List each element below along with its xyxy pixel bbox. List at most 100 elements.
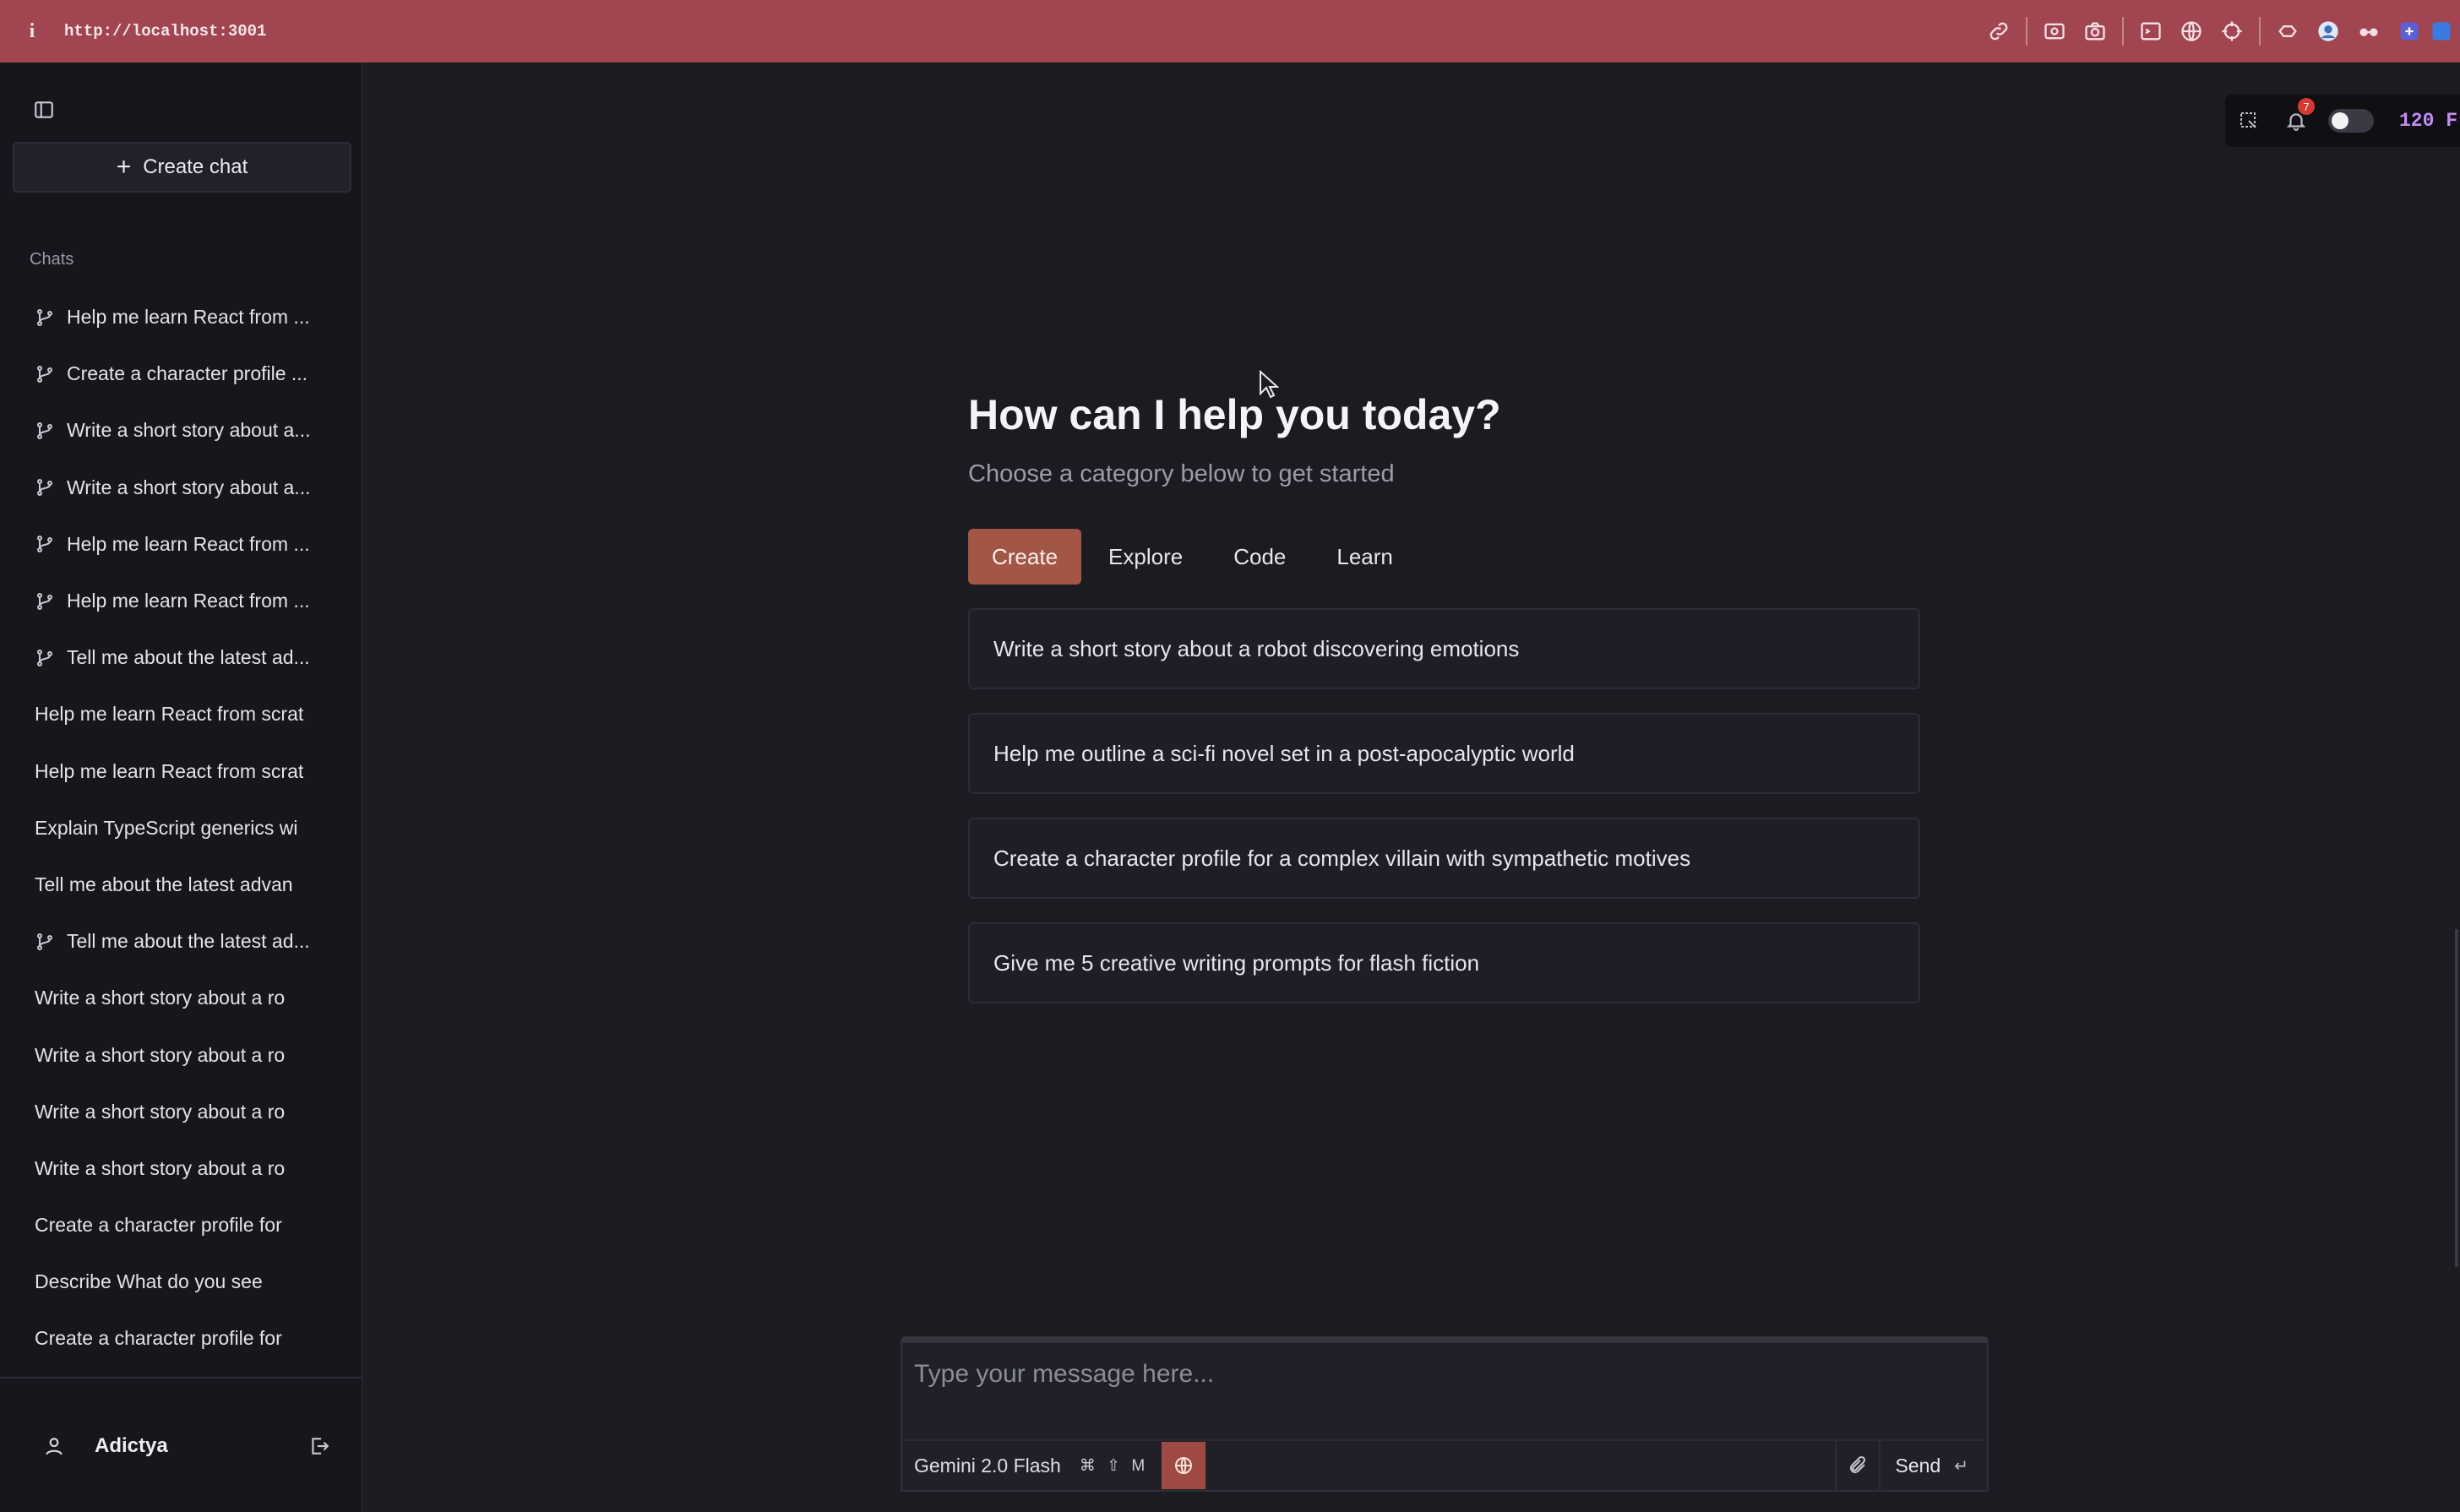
chat-item-label: Tell me about the latest advan: [35, 873, 293, 895]
user-avatar-icon: [34, 1426, 74, 1466]
link-icon[interactable]: [1978, 0, 2019, 63]
chat-item-label: Write a short story about a ro: [35, 987, 286, 1009]
chat-item-label: Help me learn React from ...: [67, 532, 310, 555]
branch-icon: [37, 308, 52, 326]
chat-list: Help me learn React from ... Create a cha…: [13, 289, 355, 1409]
camera-icon[interactable]: [2075, 0, 2115, 63]
extension-icon[interactable]: [2267, 0, 2308, 63]
tab-learn[interactable]: Learn: [1313, 529, 1417, 585]
chat-list-item[interactable]: Help me learn React from ...: [13, 289, 355, 345]
toggle-knob: [2332, 112, 2348, 129]
scroll-edge: [2455, 929, 2458, 1267]
tab-explore[interactable]: Explore: [1085, 529, 1206, 585]
avatar-icon[interactable]: [2308, 0, 2348, 63]
chat-item-label: Write a short story about a ro: [35, 1100, 286, 1123]
chat-item-label: Create a character profile ...: [67, 362, 308, 385]
browser-toolbar: i http://localhost:3001: [0, 0, 2460, 63]
web-search-toggle[interactable]: [1162, 1442, 1206, 1489]
user-profile[interactable]: Adictya: [34, 1424, 338, 1468]
model-shortcut: ⌘ ⇧ M: [1079, 1456, 1149, 1475]
composer-actions: Send ↵: [1834, 1441, 1987, 1490]
dev-toolbar: 7 120 F: [2225, 95, 2460, 147]
composer-toolbar: Gemini 2.0 Flash ⌘ ⇧ M Send ↵: [902, 1439, 1987, 1490]
chat-list-item[interactable]: Help me learn React from ...: [13, 516, 355, 573]
chat-list-item[interactable]: Write a short story about a ro: [13, 970, 355, 1026]
chat-item-label: Create a character profile for: [35, 1214, 282, 1237]
glasses-icon[interactable]: [2348, 0, 2389, 63]
tab-create[interactable]: Create: [968, 529, 1082, 585]
chat-list-item[interactable]: Write a short story about a...: [13, 402, 355, 459]
send-button[interactable]: Send ↵: [1878, 1441, 1987, 1490]
chat-item-label: Write a short story about a...: [67, 476, 311, 498]
browser-tools: [1978, 0, 2460, 63]
suggestion-card[interactable]: Give me 5 creative writing prompts for f…: [968, 922, 1920, 1003]
chat-item-label: Write a short story about a ro: [35, 1156, 286, 1179]
site-info-icon[interactable]: i: [0, 20, 64, 43]
chat-item-label: Tell me about the latest ad...: [67, 646, 310, 669]
suggestion-card[interactable]: Help me outline a sci-fi novel set in a …: [968, 713, 1920, 794]
crosshair-icon[interactable]: [2212, 0, 2252, 63]
page-title: How can I help you today?: [968, 391, 1501, 438]
mouse-cursor-icon: [1260, 370, 1279, 399]
plus-icon: +: [116, 153, 132, 181]
suggestion-card[interactable]: Write a short story about a robot discov…: [968, 608, 1920, 689]
chat-list-item[interactable]: Write a short story about a ro: [13, 1026, 355, 1083]
theme-toggle[interactable]: [2328, 109, 2374, 133]
notification-bell-icon[interactable]: 7: [2272, 95, 2320, 147]
chat-list-item[interactable]: Explain TypeScript generics wi: [13, 800, 355, 857]
send-label: Send: [1895, 1454, 1941, 1477]
branch-icon: [37, 479, 52, 497]
category-tabs: Create Explore Code Learn: [968, 529, 1417, 585]
fps-counter: 120 F: [2399, 110, 2458, 132]
message-input[interactable]: [914, 1360, 1962, 1411]
branch-icon: [37, 592, 52, 610]
address-bar[interactable]: http://localhost:3001: [64, 22, 266, 41]
attach-file-button[interactable]: [1834, 1441, 1879, 1490]
chat-list-item[interactable]: Help me learn React from ...: [13, 573, 355, 629]
chat-list-item[interactable]: Tell me about the latest advan: [13, 857, 355, 913]
create-chat-label: Create chat: [143, 155, 248, 178]
toolbar-divider: [2026, 17, 2027, 46]
chat-item-label: Create a character profile for: [35, 1327, 282, 1350]
logout-icon[interactable]: [301, 1428, 338, 1465]
chat-list-item[interactable]: Write a short story about a ro: [13, 1140, 355, 1197]
message-composer: Gemini 2.0 Flash ⌘ ⇧ M Send ↵: [901, 1336, 1989, 1492]
branch-icon: [37, 649, 52, 666]
chat-list-item[interactable]: Describe What do you see: [13, 1254, 355, 1310]
enter-key-icon: ↵: [1954, 1456, 1968, 1476]
extension-blue-icon[interactable]: [2430, 0, 2460, 63]
chat-list-item[interactable]: Tell me about the latest ad...: [13, 913, 355, 970]
screen-record-icon[interactable]: [2034, 0, 2075, 63]
branch-icon: [37, 536, 52, 553]
create-chat-button[interactable]: + Create chat: [13, 142, 351, 193]
branch-icon: [37, 422, 52, 439]
page-subtitle: Choose a category below to get started: [968, 460, 1395, 487]
chat-list-item[interactable]: Help me learn React from scrat: [13, 743, 355, 800]
chat-list-item[interactable]: Create a character profile for: [13, 1197, 355, 1254]
sidebar-divider: [0, 1377, 362, 1379]
suggestion-card[interactable]: Create a character profile for a complex…: [968, 818, 1920, 899]
chat-item-label: Tell me about the latest ad...: [67, 930, 310, 953]
chat-list-item[interactable]: Help me learn React from scrat: [13, 686, 355, 742]
model-selector[interactable]: Gemini 2.0 Flash: [914, 1455, 1061, 1477]
chat-item-label: Help me learn React from ...: [67, 590, 310, 612]
chat-item-label: Write a short story about a...: [67, 419, 311, 442]
toolbar-divider: [2259, 17, 2261, 46]
chat-item-label: Explain TypeScript generics wi: [35, 816, 298, 839]
terminal-icon[interactable]: [2131, 0, 2171, 63]
chat-list-item[interactable]: Write a short story about a...: [13, 460, 355, 516]
chat-list-item[interactable]: Tell me about the latest ad...: [13, 629, 355, 686]
tab-code[interactable]: Code: [1210, 529, 1309, 585]
username: Adictya: [95, 1434, 168, 1457]
chat-item-label: Help me learn React from scrat: [35, 759, 304, 782]
app-icon[interactable]: [2389, 0, 2430, 63]
chat-item-label: Help me learn React from ...: [67, 306, 310, 329]
inspect-icon[interactable]: [2225, 95, 2272, 147]
chat-list-item[interactable]: Create a character profile for: [13, 1310, 355, 1367]
globe-icon[interactable]: [2171, 0, 2212, 63]
notification-badge: 7: [2298, 98, 2315, 115]
chat-list-item[interactable]: Write a short story about a ro: [13, 1084, 355, 1140]
chat-list-item[interactable]: Create a character profile ...: [13, 345, 355, 402]
paperclip-icon: [1849, 1455, 1865, 1473]
sidebar-toggle-icon[interactable]: [25, 91, 63, 128]
